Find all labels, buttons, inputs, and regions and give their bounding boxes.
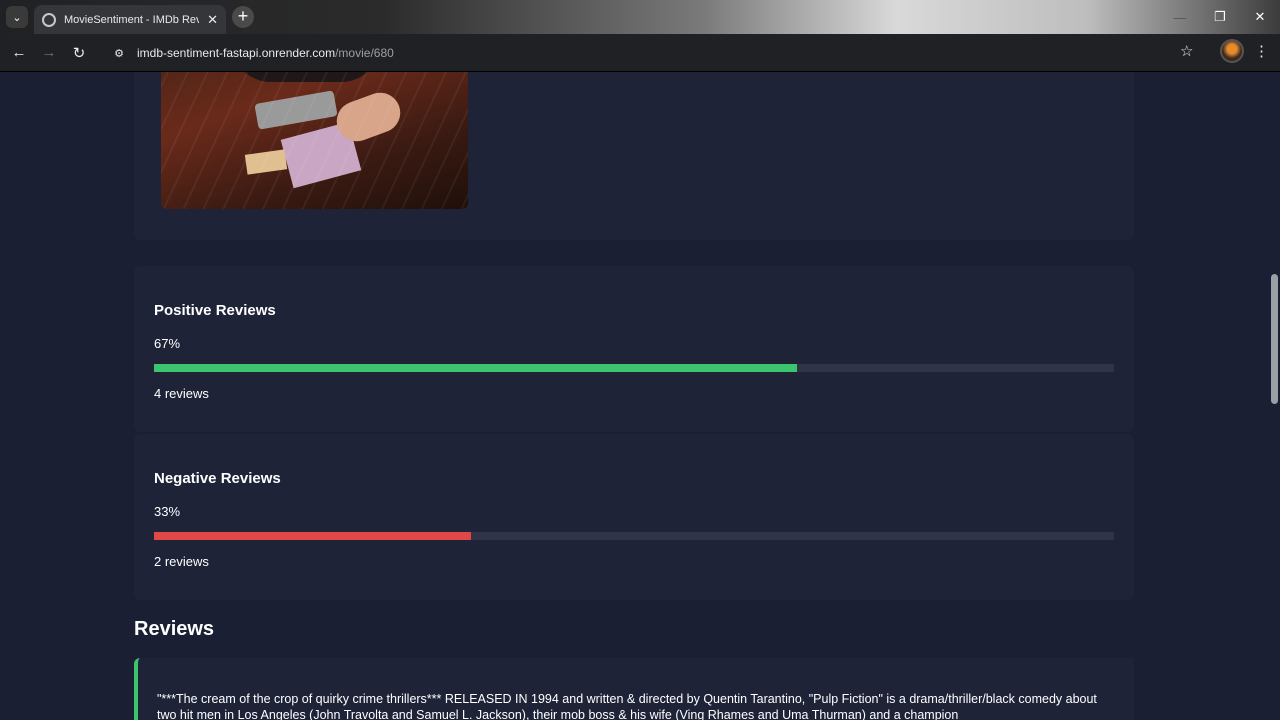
reload-button[interactable]: ↻ [64, 38, 94, 68]
close-window-button[interactable]: ✕ [1240, 0, 1280, 34]
movie-header-card [134, 72, 1134, 240]
movie-poster [161, 72, 468, 209]
positive-progress-fill [154, 364, 798, 372]
minimize-icon: — [1173, 9, 1187, 25]
maximize-button[interactable]: ❐ [1200, 0, 1240, 34]
plus-icon: + [237, 6, 249, 26]
close-icon: ✕ [1254, 9, 1266, 24]
reload-icon: ↻ [72, 44, 86, 62]
positive-review-count: 4 reviews [154, 386, 209, 401]
negative-progress-fill [154, 532, 471, 540]
negative-review-count: 2 reviews [154, 554, 209, 569]
page-viewport: Positive Reviews 67% 4 reviews Negative … [0, 72, 1268, 720]
address-bar[interactable]: ⚙ imdb-sentiment-fastapi.onrender.com/mo… [104, 39, 1204, 67]
tab-active[interactable]: MovieSentiment - IMDb Review ✕ [34, 5, 226, 34]
page-scrollbar[interactable] [1268, 72, 1280, 720]
chevron-down-icon: ⌄ [12, 11, 22, 24]
tab-search-button[interactable]: ⌄ [6, 6, 28, 28]
positive-percent: 67% [154, 336, 181, 351]
maximize-icon: ❐ [1214, 9, 1226, 24]
positive-reviews-title: Positive Reviews [154, 302, 276, 319]
new-tab-button[interactable]: + [232, 6, 254, 28]
poster-texture [161, 72, 468, 209]
negative-progress-track [154, 532, 1114, 540]
url-path: /movie/680 [335, 46, 394, 60]
review-text: "***The cream of the crop of quirky crim… [157, 692, 1097, 720]
minimize-button[interactable]: — [1160, 0, 1200, 34]
review-item: "***The cream of the crop of quirky crim… [134, 658, 1134, 720]
arrow-right-icon: → [41, 44, 57, 61]
positive-reviews-card: Positive Reviews 67% 4 reviews [134, 266, 1134, 432]
negative-reviews-card: Negative Reviews 33% 2 reviews [134, 434, 1134, 600]
reviews-heading: Reviews [134, 618, 215, 640]
site-info-icon[interactable]: ⚙ [110, 44, 128, 62]
scrollbar-thumb[interactable] [1271, 274, 1278, 404]
window-controls: — ❐ ✕ [1160, 0, 1280, 34]
tab-strip: ⌄ MovieSentiment - IMDb Review ✕ + — ❐ ✕ [0, 0, 1280, 34]
kebab-menu-icon[interactable]: ⋮ [1254, 42, 1269, 60]
bookmark-star-icon[interactable]: ☆ [1180, 42, 1193, 60]
negative-reviews-title: Negative Reviews [154, 470, 281, 487]
url-host: imdb-sentiment-fastapi.onrender.com [137, 46, 336, 60]
back-button[interactable]: ← [4, 38, 34, 68]
arrow-left-icon: ← [11, 44, 27, 61]
browser-toolbar: ← → ↻ ⚙ imdb-sentiment-fastapi.onrender.… [0, 34, 1280, 72]
negative-percent: 33% [154, 504, 181, 519]
globe-icon [42, 12, 56, 27]
tab-close-icon[interactable]: ✕ [207, 12, 218, 28]
url-text[interactable]: imdb-sentiment-fastapi.onrender.com/movi… [137, 46, 394, 60]
tab-title: MovieSentiment - IMDb Review [64, 13, 200, 26]
forward-button[interactable]: → [34, 38, 64, 68]
profile-avatar[interactable] [1220, 39, 1244, 63]
positive-progress-track [154, 364, 1114, 372]
